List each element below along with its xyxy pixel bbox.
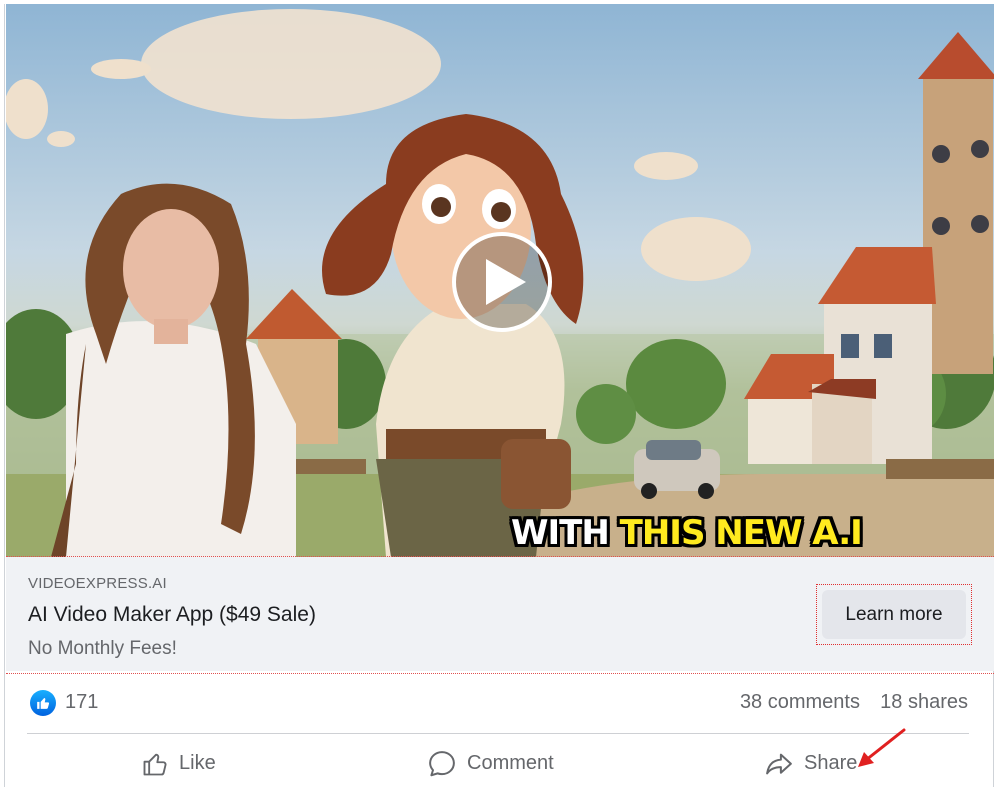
video-player[interactable]: WITH THIS NEW A.I xyxy=(6,4,994,557)
actions-divider xyxy=(27,733,969,734)
like-button[interactable]: Like xyxy=(141,740,216,787)
play-button[interactable] xyxy=(452,232,552,332)
share-arrow-icon xyxy=(766,753,792,774)
ad-title[interactable]: AI Video Maker App ($49 Sale) xyxy=(28,603,316,627)
post-actions-bar: Like Comment Share xyxy=(27,740,969,787)
speech-bubble-icon xyxy=(429,750,455,776)
learn-more-button[interactable]: Learn more xyxy=(822,590,966,639)
ad-subtitle: No Monthly Fees! xyxy=(28,638,177,659)
share-button[interactable]: Share xyxy=(764,740,857,787)
thumbs-up-icon xyxy=(30,690,56,716)
ad-panel-bottom-border xyxy=(6,673,994,674)
like-label: Like xyxy=(179,752,216,774)
engagement-stats: 171 38 comments 18 shares xyxy=(30,688,968,718)
thumbs-up-outline-icon xyxy=(143,753,167,775)
comment-label: Comment xyxy=(467,752,554,774)
reaction-count[interactable]: 171 xyxy=(65,691,98,714)
caption-word-white: WITH xyxy=(511,513,610,553)
comment-button[interactable]: Comment xyxy=(427,740,554,787)
red-arrow-annotation xyxy=(858,728,906,767)
thumbs-up-glyph xyxy=(37,698,50,709)
play-icon xyxy=(486,259,526,305)
ad-link-panel[interactable]: VIDEOEXPRESS.AI AI Video Maker App ($49 … xyxy=(6,557,994,671)
caption-word-yellow: THIS NEW A.I xyxy=(619,513,863,553)
share-label: Share xyxy=(804,752,858,774)
video-caption: WITH THIS NEW A.I xyxy=(511,513,863,553)
comments-count[interactable]: 38 comments xyxy=(740,691,860,714)
shares-count[interactable]: 18 shares xyxy=(880,691,968,714)
ad-domain: VIDEOEXPRESS.AI xyxy=(28,575,167,592)
